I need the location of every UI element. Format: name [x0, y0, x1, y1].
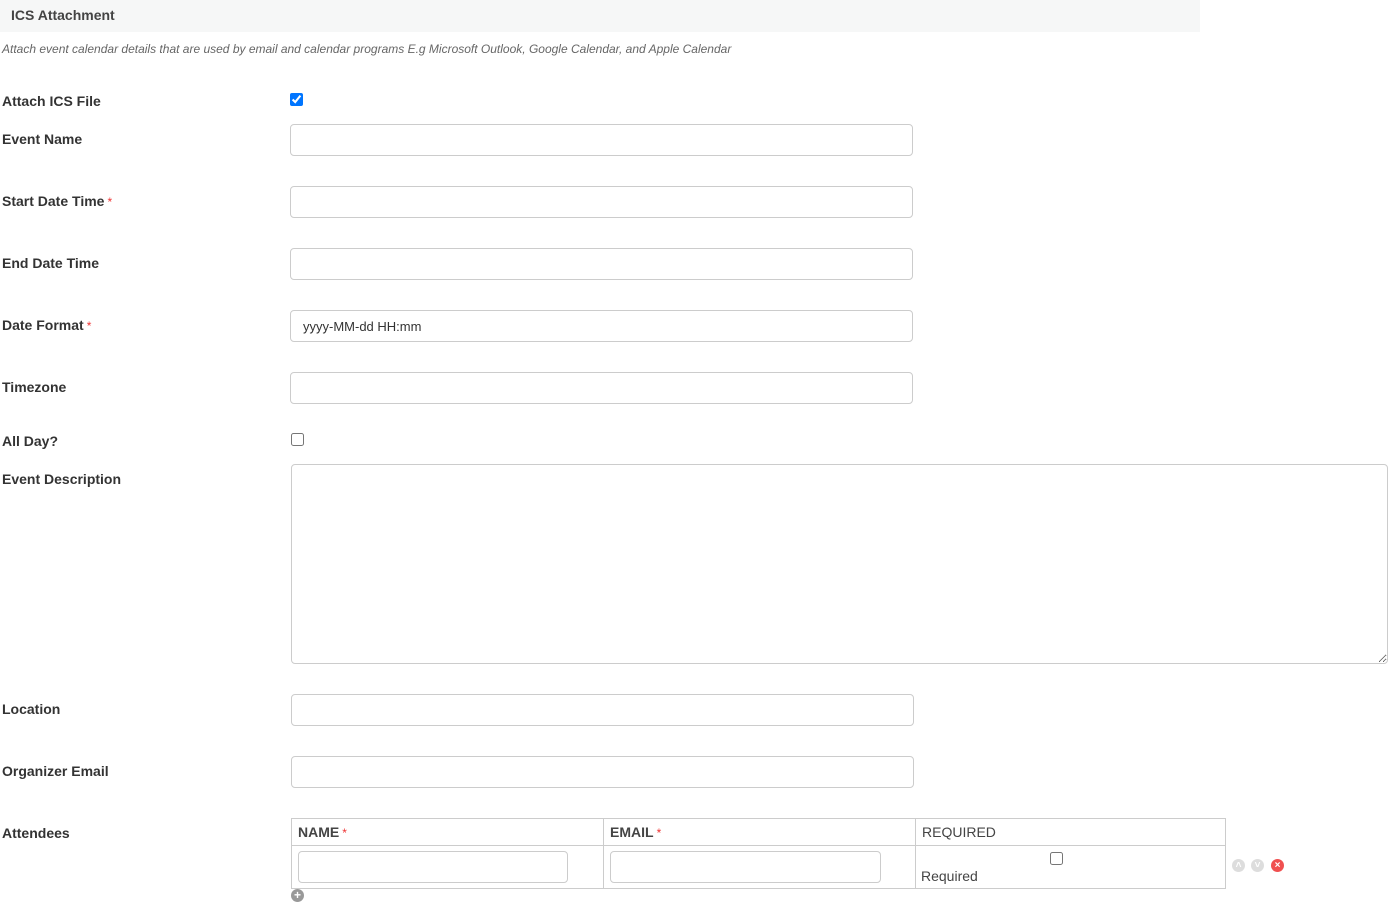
- required-mark: *: [86, 319, 92, 333]
- section-description: Attach event calendar details that are u…: [2, 42, 732, 56]
- event-name-label: Event Name: [2, 131, 83, 147]
- move-down-icon[interactable]: ˅: [1251, 859, 1264, 872]
- column-name-label: NAME: [298, 824, 340, 840]
- date-format-label: Date Format *: [2, 317, 91, 333]
- attendee-name-input[interactable]: [298, 851, 568, 883]
- start-date-input[interactable]: [290, 186, 913, 218]
- organizer-email-label: Organizer Email: [2, 763, 109, 779]
- required-mark: *: [342, 826, 347, 840]
- organizer-email-input[interactable]: [291, 756, 914, 788]
- date-format-label-text: Date Format: [2, 317, 84, 333]
- start-date-label-text: Start Date Time: [2, 193, 105, 209]
- column-email-label: EMAIL: [610, 824, 654, 840]
- end-date-input[interactable]: [290, 248, 913, 280]
- column-email: EMAIL *: [603, 818, 916, 846]
- attach-ics-checkbox[interactable]: [290, 93, 303, 106]
- column-name: NAME *: [291, 818, 604, 846]
- remove-row-icon[interactable]: ×: [1271, 859, 1284, 872]
- column-required: REQUIRED: [915, 818, 1226, 846]
- section-header: ICS Attachment: [0, 0, 1200, 32]
- required-mark: *: [656, 826, 662, 840]
- attendees-label: Attendees: [2, 825, 70, 841]
- required-mark: *: [107, 195, 113, 209]
- event-name-input[interactable]: [290, 124, 913, 156]
- required-label: Required: [921, 868, 978, 884]
- all-day-label: All Day?: [2, 433, 59, 449]
- attendees-table: NAME * EMAIL * REQUIRED Required: [291, 818, 1226, 889]
- table-row: Required: [291, 845, 1226, 889]
- timezone-label: Timezone: [2, 379, 67, 395]
- timezone-input[interactable]: [290, 372, 913, 404]
- move-up-icon[interactable]: ˄: [1232, 859, 1245, 872]
- required-cell: Required: [915, 845, 1226, 889]
- table-header-row: NAME * EMAIL * REQUIRED: [291, 818, 1226, 846]
- attach-ics-label: Attach ICS File: [2, 93, 101, 109]
- start-date-label: Start Date Time *: [2, 193, 112, 209]
- location-label: Location: [2, 701, 61, 717]
- attendee-email-input[interactable]: [610, 851, 881, 883]
- add-row-icon[interactable]: +: [291, 889, 304, 902]
- section-title: ICS Attachment: [11, 7, 115, 23]
- end-date-label: End Date Time: [2, 255, 99, 271]
- location-input[interactable]: [291, 694, 914, 726]
- date-format-input[interactable]: [290, 310, 913, 342]
- attendee-required-checkbox[interactable]: [1050, 852, 1063, 865]
- email-cell: [603, 845, 916, 889]
- event-description-label: Event Description: [2, 471, 122, 487]
- all-day-checkbox[interactable]: [291, 433, 304, 446]
- event-description-textarea[interactable]: [291, 464, 1388, 664]
- name-cell: [291, 845, 604, 889]
